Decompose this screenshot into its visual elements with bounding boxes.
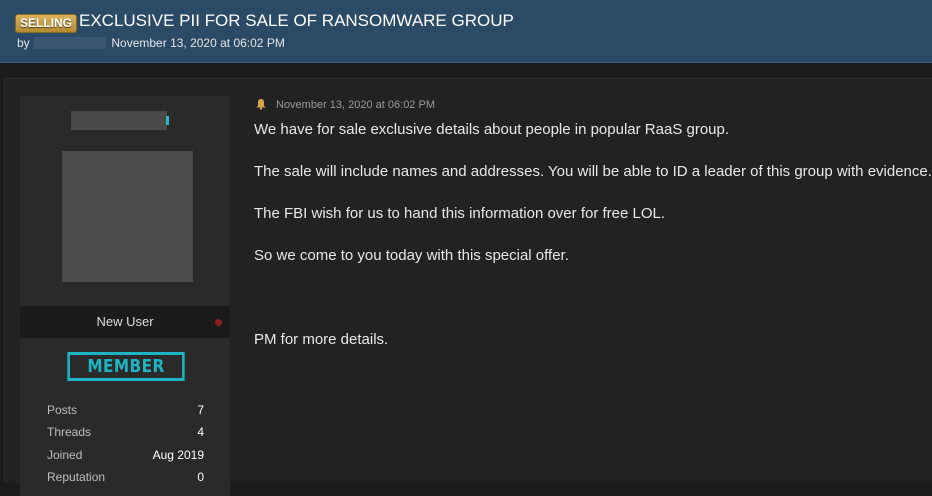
user-title: New User [96, 314, 154, 329]
byline-by-label: by [17, 36, 30, 50]
post: New User MEMBER Posts 7 Threads 4 Joined… [4, 78, 932, 496]
offline-status-icon [215, 319, 222, 326]
stat-value: 4 [197, 425, 204, 439]
stat-value: 7 [197, 403, 204, 417]
user-title-bar: New User [20, 306, 230, 338]
stat-label: Threads [47, 425, 92, 439]
stat-reputation: Reputation 0 [47, 468, 204, 486]
stat-label: Joined [47, 448, 83, 462]
rank-badge: MEMBER [67, 352, 185, 381]
stat-joined: Joined Aug 2019 [47, 446, 204, 464]
post-paragraph: The sale will include names and addresse… [254, 163, 932, 180]
post-paragraph: So we come to you today with this specia… [254, 247, 569, 264]
thread-header: SELLING EXCLUSIVE PII FOR SALE OF RANSOM… [0, 0, 932, 63]
user-info-panel: New User MEMBER Posts 7 Threads 4 Joined… [20, 96, 230, 496]
thread-title: EXCLUSIVE PII FOR SALE OF RANSOMWARE GRO… [79, 11, 514, 30]
stat-value: 0 [197, 470, 204, 484]
bell-icon [256, 99, 266, 110]
stat-threads: Threads 4 [47, 423, 204, 441]
stat-label: Posts [47, 403, 78, 417]
post-meta: November 13, 2020 at 06:02 PM [255, 98, 435, 112]
stat-posts: Posts 7 [47, 401, 204, 419]
post-paragraph: We have for sale exclusive details about… [254, 121, 730, 138]
thread-byline: by November 13, 2020 at 06:02 PM [17, 36, 285, 50]
post-paragraph: PM for more details. [254, 331, 389, 348]
redacted-username[interactable] [71, 111, 169, 130]
avatar[interactable] [62, 151, 193, 282]
post-paragraph: The FBI wish for us to hand this informa… [254, 205, 666, 222]
stat-value: Aug 2019 [152, 448, 204, 462]
thread-prefix-badge[interactable]: SELLING [15, 14, 78, 33]
thread-date: November 13, 2020 at 06:02 PM [111, 36, 285, 50]
post-date: November 13, 2020 at 06:02 PM [276, 99, 435, 111]
redacted-author-name [34, 37, 107, 49]
stat-label: Reputation [47, 470, 106, 484]
